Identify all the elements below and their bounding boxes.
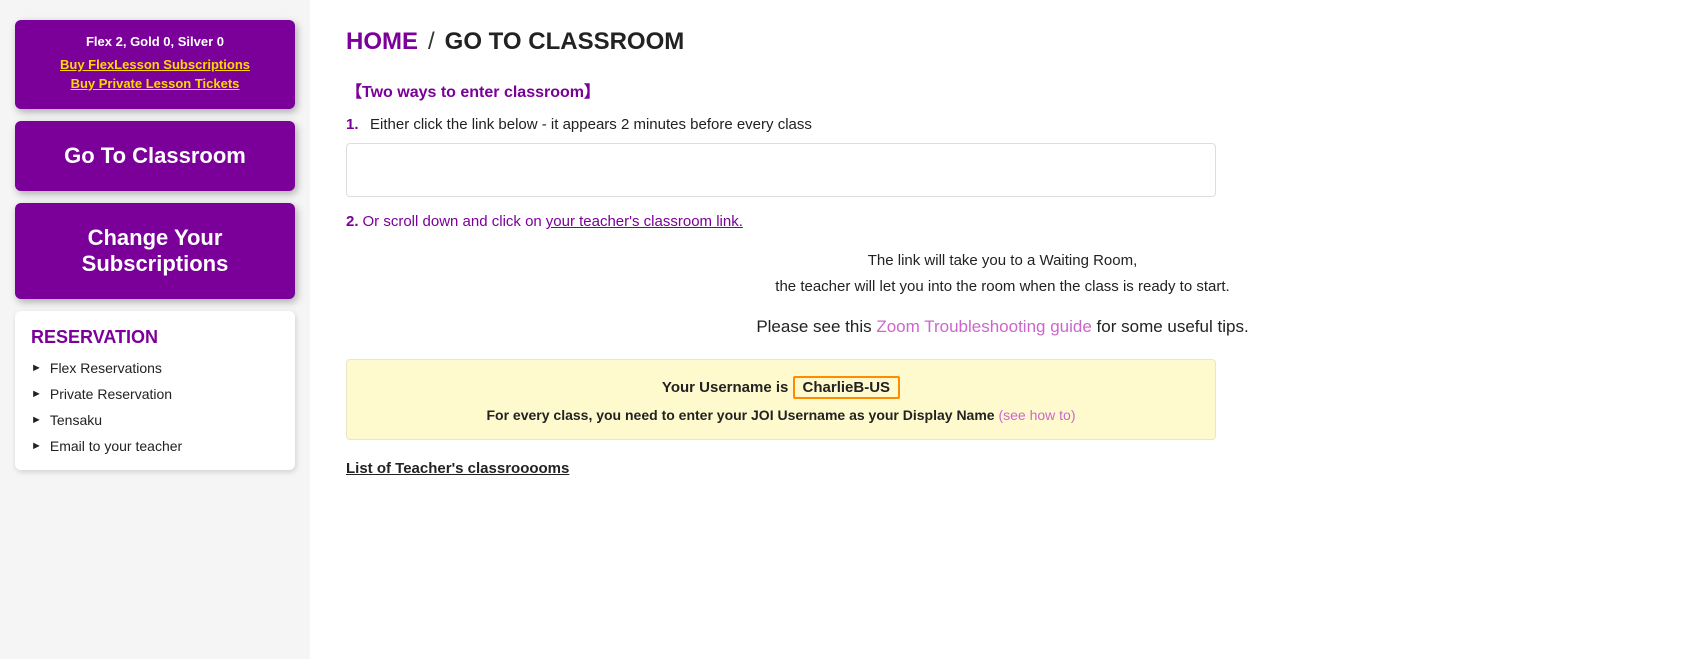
main-content: HOME / GO TO CLASSROOM 【Two ways to ente…: [310, 0, 1695, 659]
troubleshoot-text: Please see this: [756, 317, 876, 336]
teacher-list-title[interactable]: List of Teacher's classrooooms: [346, 460, 1659, 477]
arrow-icon: ►: [31, 414, 42, 426]
classroom-link-box: [346, 143, 1216, 197]
troubleshoot-line: Please see this Zoom Troubleshooting gui…: [346, 317, 1659, 337]
reservation-title: RESERVATION: [31, 327, 279, 348]
zoom-troubleshoot-link[interactable]: Zoom Troubleshooting guide: [876, 317, 1091, 336]
reservation-item-label: Tensaku: [50, 412, 102, 428]
step-2: 2. Or scroll down and click on your teac…: [346, 213, 1659, 230]
list-item[interactable]: ► Flex Reservations: [31, 360, 279, 376]
display-name-line: For every class, you need to enter your …: [367, 407, 1195, 423]
reservation-item-label: Flex Reservations: [50, 360, 162, 376]
waiting-room-line1: The link will take you to a Waiting Room…: [346, 248, 1659, 274]
reservation-box: RESERVATION ► Flex Reservations ► Privat…: [15, 311, 295, 470]
subscription-box: Flex 2, Gold 0, Silver 0 Buy FlexLesson …: [15, 20, 295, 109]
step1-num: 1.: [346, 116, 364, 133]
step1-text: Either click the link below - it appears…: [370, 116, 812, 133]
breadcrumb: HOME / GO TO CLASSROOM: [346, 28, 1659, 56]
sidebar: Flex 2, Gold 0, Silver 0 Buy FlexLesson …: [0, 0, 310, 659]
see-how-to-link[interactable]: (see how to): [998, 407, 1075, 423]
go-to-classroom-button[interactable]: Go To Classroom: [15, 121, 295, 191]
step2-text: Or scroll down and click on: [363, 213, 542, 230]
breadcrumb-home[interactable]: HOME: [346, 28, 418, 56]
username-box: Your Username is CharlieB-US For every c…: [346, 359, 1216, 440]
username-value: CharlieB-US: [793, 376, 901, 399]
reservation-list: ► Flex Reservations ► Private Reservatio…: [31, 360, 279, 454]
arrow-icon: ►: [31, 362, 42, 374]
troubleshoot-suffix: for some useful tips.: [1097, 317, 1249, 336]
buy-flex-link[interactable]: Buy FlexLesson Subscriptions: [31, 57, 279, 72]
username-label: Your Username is: [662, 379, 793, 396]
reservation-item-label: Private Reservation: [50, 386, 172, 402]
step2-num: 2.: [346, 213, 359, 230]
waiting-room-line2: the teacher will let you into the room w…: [346, 274, 1659, 300]
change-subscriptions-button[interactable]: Change Your Subscriptions: [15, 203, 295, 299]
subscription-info: Flex 2, Gold 0, Silver 0: [31, 34, 279, 49]
arrow-icon: ►: [31, 440, 42, 452]
list-item[interactable]: ► Tensaku: [31, 412, 279, 428]
display-name-text: For every class, you need to enter your …: [486, 407, 998, 423]
arrow-icon: ►: [31, 388, 42, 400]
two-ways-title: 【Two ways to enter classroom】: [346, 78, 1659, 102]
instruction-list: 1. Either click the link below - it appe…: [346, 116, 1659, 133]
waiting-room-info: The link will take you to a Waiting Room…: [346, 248, 1659, 299]
list-item[interactable]: ► Email to your teacher: [31, 438, 279, 454]
buy-private-link[interactable]: Buy Private Lesson Tickets: [31, 76, 279, 91]
breadcrumb-current: GO TO CLASSROOM: [445, 28, 685, 56]
breadcrumb-separator: /: [428, 28, 435, 56]
teacher-classroom-link[interactable]: your teacher's classroom link.: [546, 213, 743, 230]
reservation-item-label: Email to your teacher: [50, 438, 182, 454]
username-line: Your Username is CharlieB-US: [367, 376, 1195, 399]
step-1: 1. Either click the link below - it appe…: [346, 116, 1659, 133]
list-item[interactable]: ► Private Reservation: [31, 386, 279, 402]
